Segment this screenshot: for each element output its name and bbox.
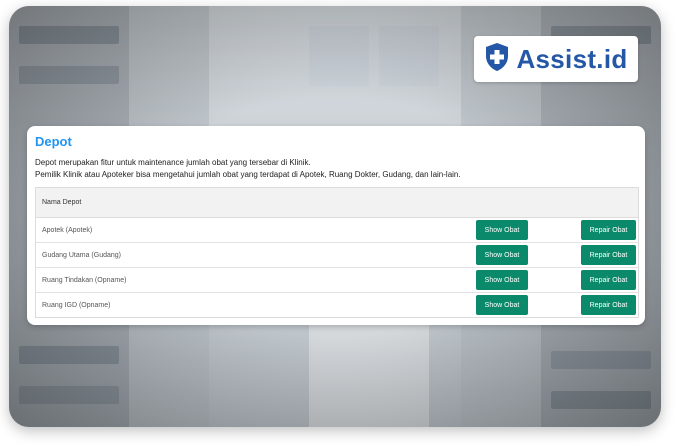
depot-name: Ruang Tindakan (Opname) [42,276,127,284]
table-row: Ruang IGD (Opname) Show Obat Repair Obat [36,293,638,317]
depot-name: Gudang Utama (Gudang) [42,251,121,259]
table-row: Gudang Utama (Gudang) Show Obat Repair O… [36,243,638,268]
repair-obat-button[interactable]: Repair Obat [581,295,636,315]
assist-logo: Assist.id [474,36,638,82]
shield-plus-icon [484,42,510,77]
show-obat-button[interactable]: Show Obat [476,245,528,265]
depot-card: Depot Depot merupakan fitur untuk mainte… [27,126,645,325]
description-line: Pemilik Klinik atau Apoteker bisa menget… [35,170,461,179]
logo-text: Assist.id [516,43,628,74]
show-obat-button[interactable]: Show Obat [476,295,528,315]
depot-name: Ruang IGD (Opname) [42,301,111,309]
depot-name: Apotek (Apotek) [42,226,93,234]
table-header: Nama Depot [36,188,638,218]
table-row: Ruang Tindakan (Opname) Show Obat Repair… [36,268,638,293]
show-obat-button[interactable]: Show Obat [476,270,528,290]
show-obat-button[interactable]: Show Obat [476,220,528,240]
description: Depot merupakan fitur untuk maintenance … [35,157,635,181]
table-row: Apotek (Apotek) Show Obat Repair Obat [36,218,638,243]
page-title: Depot [35,134,72,149]
repair-obat-button[interactable]: Repair Obat [581,245,636,265]
description-line: Depot merupakan fitur untuk maintenance … [35,158,311,167]
column-header-nama-depot: Nama Depot [42,199,82,206]
depot-table: Nama Depot Apotek (Apotek) Show Obat Rep… [35,187,639,318]
repair-obat-button[interactable]: Repair Obat [581,270,636,290]
repair-obat-button[interactable]: Repair Obat [581,220,636,240]
